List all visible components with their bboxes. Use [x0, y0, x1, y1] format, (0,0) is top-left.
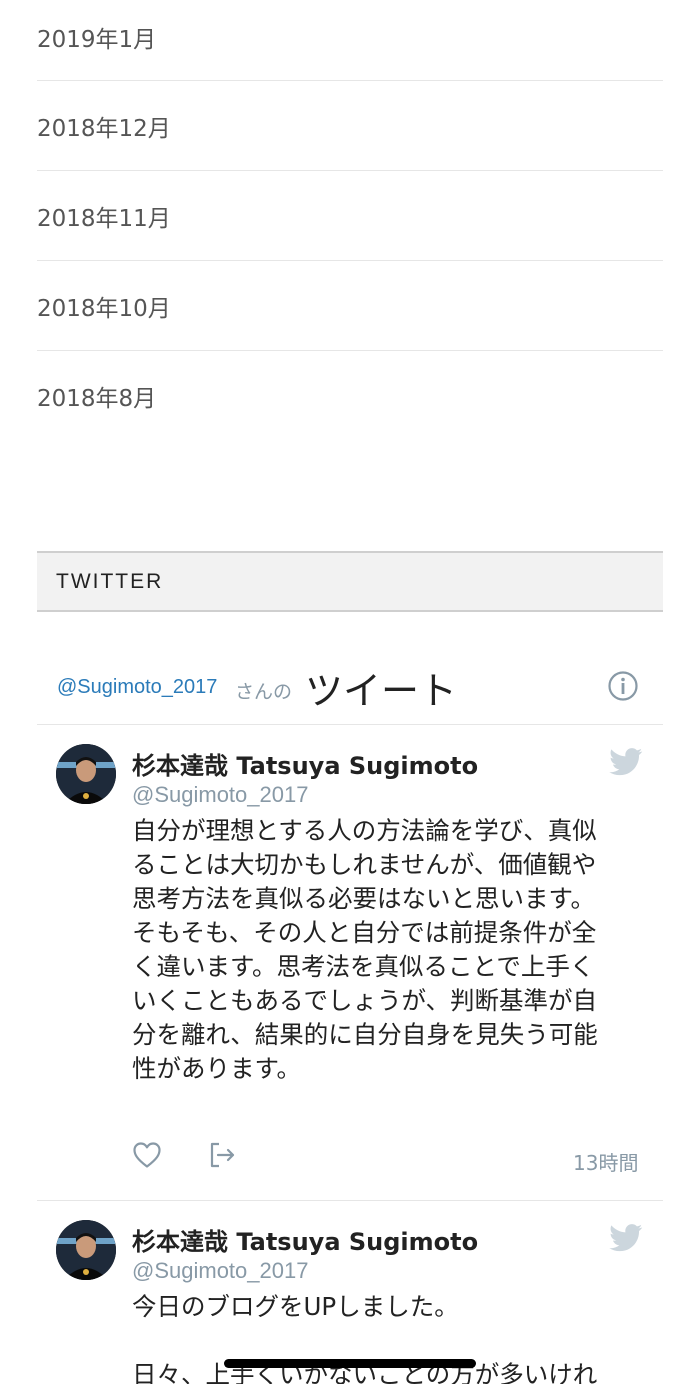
- tweet-timestamp[interactable]: 13時間: [573, 1147, 638, 1176]
- info-circle-icon[interactable]: [607, 670, 639, 702]
- avatar[interactable]: [56, 1220, 116, 1280]
- tweet-item[interactable]: 杉本達哉 Tatsuya Sugimoto @Sugimoto_2017 今日の…: [37, 1202, 663, 1384]
- tweet-author-handle[interactable]: @Sugimoto_2017: [132, 1258, 308, 1284]
- avatar[interactable]: [56, 744, 116, 804]
- archive-link[interactable]: 2018年11月: [37, 171, 663, 261]
- archive-list: 2019年1月 2018年12月 2018年11月 2018年10月 2018年…: [37, 0, 663, 441]
- tweet-author-name[interactable]: 杉本達哉 Tatsuya Sugimoto: [132, 746, 478, 781]
- heart-icon[interactable]: [132, 1141, 162, 1169]
- archive-link[interactable]: 2019年1月: [37, 0, 663, 81]
- timeline-header: @Sugimoto_2017 さんの ツイート: [37, 650, 663, 725]
- tweet-author-name[interactable]: 杉本達哉 Tatsuya Sugimoto: [132, 1222, 478, 1257]
- archive-link[interactable]: 2018年10月: [37, 261, 663, 351]
- home-indicator[interactable]: [224, 1359, 476, 1368]
- tweet-text: 自分が理想とする人の方法論を学び、真似 ることは大切かもしれませんが、価値観や …: [132, 816, 598, 1083]
- archive-link[interactable]: 2018年12月: [37, 81, 663, 171]
- timeline-handle-link[interactable]: @Sugimoto_2017: [57, 676, 217, 699]
- timeline-san-no: さんの: [235, 681, 293, 703]
- twitter-section-header: TWITTER: [37, 551, 663, 612]
- share-icon[interactable]: [207, 1140, 237, 1170]
- tweet-text: 今日のブログをUPしました。: [132, 1292, 459, 1321]
- twitter-bird-icon[interactable]: [609, 748, 643, 776]
- tweet-author-handle[interactable]: @Sugimoto_2017: [132, 782, 308, 808]
- timeline-title: ツイート: [305, 669, 458, 713]
- tweet-item[interactable]: 杉本達哉 Tatsuya Sugimoto @Sugimoto_2017 自分が…: [37, 726, 663, 1201]
- twitter-bird-icon[interactable]: [609, 1224, 643, 1252]
- archive-link[interactable]: 2018年8月: [37, 351, 663, 441]
